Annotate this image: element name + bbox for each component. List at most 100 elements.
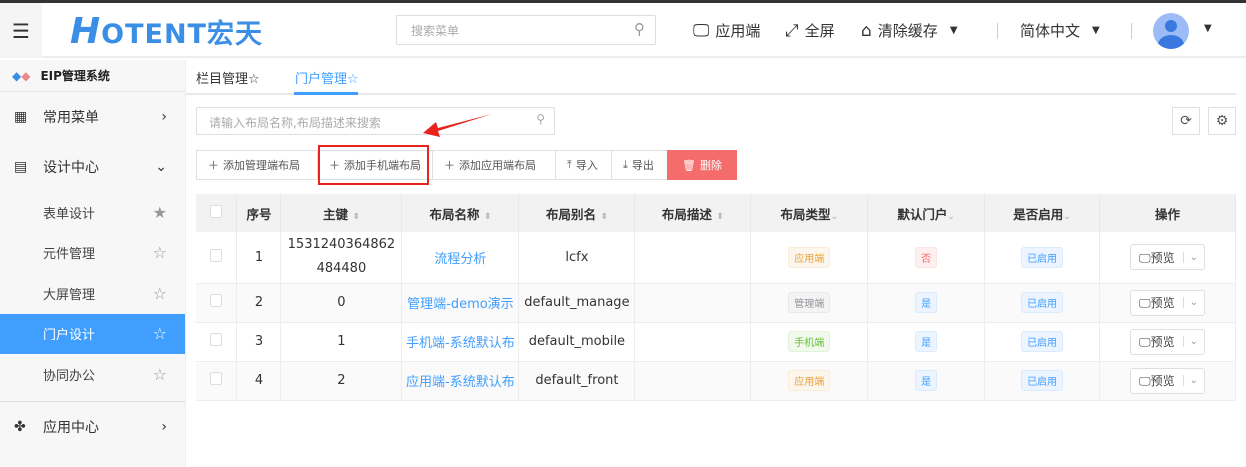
col-header[interactable]: 布局类型⌄: [750, 194, 869, 232]
add-manage-layout-button[interactable]: ＋ 添加管理端布局: [196, 150, 318, 180]
button-label: 添加管理端布局: [223, 159, 300, 172]
cell-actions: 🖵预览 ⌄: [1099, 283, 1236, 323]
row-checkbox[interactable]: [196, 361, 238, 401]
table-header: 序号 主键 ⬍ 布局名称 ⬍ 布局别名 ⬍ 布局描述 ⬍ 布局类型⌄ 默认门户⌄…: [196, 194, 1236, 232]
star-icon[interactable]: ☆: [153, 243, 167, 262]
cell-default: 否: [867, 232, 986, 284]
table-row[interactable]: 2 0 管理端-demo演示 default_manage 管理端 是 已启用 …: [196, 283, 1236, 323]
add-front-layout-button[interactable]: ＋ 添加应用端布局: [432, 150, 556, 180]
star-icon[interactable]: ☆: [153, 284, 167, 303]
avatar[interactable]: [1153, 13, 1189, 49]
caret-down-icon[interactable]: ▼: [1204, 23, 1212, 34]
sidebar-item-label: 元件管理: [43, 247, 96, 263]
star-filled-icon[interactable]: ★: [153, 203, 167, 222]
sidebar-item-app-center[interactable]: ✤ 应用中心 ›: [0, 402, 185, 452]
monitor-icon: 🖵: [1139, 250, 1151, 265]
filter-icon[interactable]: ⌄: [1063, 212, 1071, 222]
preview-button[interactable]: 🖵预览 ⌄: [1130, 289, 1205, 316]
tab-portal-management[interactable]: 门户管理☆: [295, 68, 359, 87]
col-header[interactable]: 默认门户⌄: [867, 194, 986, 232]
col-header[interactable]: 布局名称 ⬍: [401, 194, 520, 232]
preview-button[interactable]: 🖵预览 ⌄: [1130, 244, 1205, 271]
row-checkbox[interactable]: [196, 322, 238, 362]
button-label: 添加手机端布局: [344, 159, 421, 172]
tab-column-management[interactable]: 栏目管理☆: [196, 68, 260, 87]
chevron-down-icon[interactable]: ⌄: [1182, 336, 1204, 347]
sidebar-item-label: 设计中心: [43, 160, 99, 176]
preview-button[interactable]: 🖵预览 ⌄: [1130, 367, 1205, 394]
system-title: ◆◆ EIP管理系统: [0, 60, 185, 92]
col-header[interactable]: 主键 ⬍: [280, 194, 403, 232]
cell-actions: 🖵预览 ⌄: [1099, 361, 1236, 401]
sidebar-item-label: 应用中心: [43, 419, 99, 436]
cell-key: 0: [280, 283, 403, 323]
sidebar-item-big-screen[interactable]: 大屏管理 ☆: [0, 273, 185, 314]
cell-type: 应用端: [750, 361, 869, 401]
preview-button[interactable]: 🖵预览 ⌄: [1130, 328, 1205, 355]
col-label: 布局描述: [661, 206, 712, 222]
menu-search-input[interactable]: 搜索菜单 ⚲: [396, 15, 656, 45]
star-icon[interactable]: ☆: [153, 324, 167, 343]
active-tab-indicator: [294, 92, 358, 95]
col-label: 布局别名: [545, 206, 596, 222]
sidebar-item-form-design[interactable]: 表单设计 ★: [0, 192, 185, 233]
cell-name: 应用端-系统默认布: [401, 361, 520, 401]
star-icon[interactable]: ☆: [153, 365, 167, 384]
col-header[interactable]: 布局别名 ⬍: [518, 194, 636, 232]
enabled-tag: 已启用: [1021, 331, 1064, 352]
cell-enabled: 已启用: [984, 361, 1101, 401]
default-tag: 否: [915, 246, 938, 268]
logo: HOTENT宏天: [70, 11, 263, 52]
cell-no: 3: [236, 322, 282, 362]
grid-icon: ▦: [14, 109, 28, 125]
table-row[interactable]: 3 1 手机端-系统默认布 default_mobile 手机端 是 已启用 🖵…: [196, 322, 1236, 362]
search-icon[interactable]: ⚲: [536, 112, 545, 126]
sort-icon[interactable]: ⬍: [716, 212, 724, 222]
select-all-checkbox[interactable]: [196, 194, 238, 232]
col-header[interactable]: 布局描述 ⬍: [634, 194, 752, 232]
sidebar-item-common-menu[interactable]: ▦ 常用菜单 ›: [0, 92, 185, 142]
plus-icon: ＋: [329, 159, 340, 172]
sidebar-item-component[interactable]: 元件管理 ☆: [0, 233, 185, 274]
sidebar-item-portal-design[interactable]: 门户设计 ☆: [0, 313, 185, 354]
layout-name-link[interactable]: 管理端-demo演示: [404, 293, 516, 312]
sidebar-item-design-center[interactable]: ▤ 设计中心 ⌄: [0, 142, 185, 192]
clear-cache-button[interactable]: ⌂ 清除缓存 ▼: [861, 20, 958, 41]
refresh-button[interactable]: ⟳: [1172, 107, 1200, 135]
import-button[interactable]: ⤒ 导入: [555, 150, 612, 180]
table-row[interactable]: 4 2 应用端-系统默认布 default_front 应用端 是 已启用 🖵预…: [196, 361, 1236, 401]
table-row[interactable]: 1 1531240364862484480 流程分析 lcfx 应用端 否 已启…: [196, 232, 1236, 284]
sort-icon[interactable]: ⬍: [484, 212, 492, 222]
filter-icon[interactable]: ⌄: [947, 212, 955, 222]
cell-key: 1531240364862484480: [280, 232, 403, 284]
sidebar-item-collab[interactable]: 协同办公 ☆: [0, 354, 185, 395]
sort-icon[interactable]: ⬍: [352, 212, 360, 222]
row-checkbox[interactable]: [196, 232, 238, 284]
filter-icon[interactable]: ⌄: [830, 212, 838, 222]
language-select[interactable]: 简体中文 ▼: [1020, 20, 1100, 41]
cell-name: 管理端-demo演示: [401, 283, 520, 323]
sort-icon[interactable]: ⬍: [600, 212, 608, 222]
add-mobile-layout-button[interactable]: ＋ 添加手机端布局: [317, 150, 433, 180]
search-icon[interactable]: ⚲: [634, 20, 645, 38]
chevron-down-icon[interactable]: ⌄: [1182, 251, 1204, 263]
menu-toggle-icon[interactable]: ☰: [0, 3, 42, 58]
settings-button[interactable]: ⚙: [1208, 107, 1236, 135]
app-end-button[interactable]: 🖵 应用端: [693, 20, 760, 41]
button-label: 导出: [631, 159, 654, 172]
export-button[interactable]: ⤓ 导出: [611, 150, 668, 180]
col-header[interactable]: 是否启用⌄: [984, 194, 1101, 232]
layout-name-link[interactable]: 流程分析: [404, 248, 516, 267]
delete-button[interactable]: 🗑 删除: [667, 150, 737, 180]
cell-alias: default_manage: [518, 283, 636, 323]
fullscreen-button[interactable]: ⤢ 全屏: [785, 20, 835, 41]
divider: [1131, 23, 1132, 39]
monitor-icon: 🖵: [693, 20, 710, 41]
chevron-down-icon[interactable]: ⌄: [1182, 297, 1204, 308]
layout-name-link[interactable]: 应用端-系统默认布: [404, 371, 516, 390]
layout-search-input[interactable]: 请输入布局名称,布局描述来搜索 ⚲: [196, 107, 555, 135]
chevron-down-icon[interactable]: ⌄: [1182, 375, 1204, 386]
row-checkbox[interactable]: [196, 283, 238, 323]
layout-name-link[interactable]: 手机端-系统默认布: [404, 332, 516, 351]
menu-search-placeholder: 搜索菜单: [411, 24, 460, 38]
